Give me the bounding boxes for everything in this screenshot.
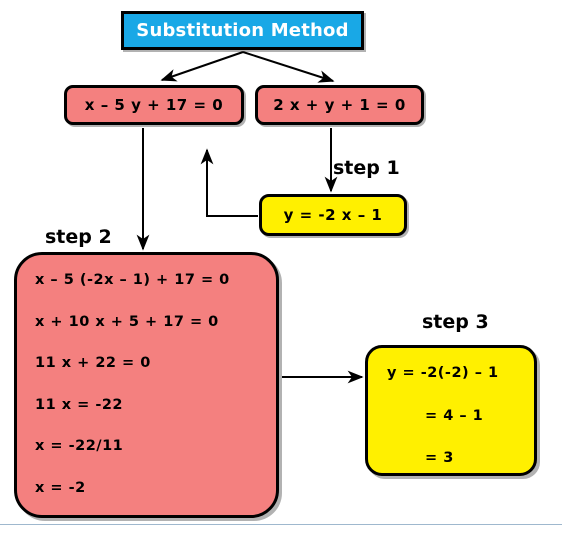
diagram-canvas: Substitution Method x – 5 y + 17 = 0 2 x… [0, 0, 562, 533]
diagram-title: Substitution Method [121, 11, 364, 50]
step-2-line-2: x + 10 x + 5 + 17 = 0 [35, 313, 219, 330]
step-3-line-2: = 4 – 1 [425, 407, 484, 424]
step-1-label: step 1 [333, 157, 400, 179]
equation-box-1: x – 5 y + 17 = 0 [64, 85, 244, 125]
arrow-title-to-equation-1 [160, 51, 244, 82]
step-1-box: y = -2 x – 1 [259, 194, 407, 236]
step-2-line-6: x = -2 [35, 479, 86, 496]
step-2-box: x – 5 (-2x – 1) + 17 = 0 x + 10 x + 5 + … [14, 252, 279, 518]
step-2-line-1: x – 5 (-2x – 1) + 17 = 0 [35, 272, 230, 288]
step-2-line-3: 11 x + 22 = 0 [35, 355, 151, 371]
step-2-line-4: 11 x = -22 [35, 396, 124, 413]
step-3-line-3: = 3 [425, 450, 454, 466]
bottom-divider [0, 524, 562, 525]
step-2-label: step 2 [45, 226, 112, 248]
step-2-line-5: x = -22/11 [35, 438, 124, 454]
equation-box-2: 2 x + y + 1 = 0 [255, 85, 424, 125]
step-3-label: step 3 [422, 311, 489, 333]
arrow-title-to-equation-2 [242, 51, 335, 83]
step-3-line-1: y = -2(-2) – 1 [387, 365, 499, 381]
step-3-box: y = -2(-2) – 1 = 4 – 1 = 3 [365, 345, 537, 476]
arrow-step-1-to-equation-1 [200, 148, 258, 217]
